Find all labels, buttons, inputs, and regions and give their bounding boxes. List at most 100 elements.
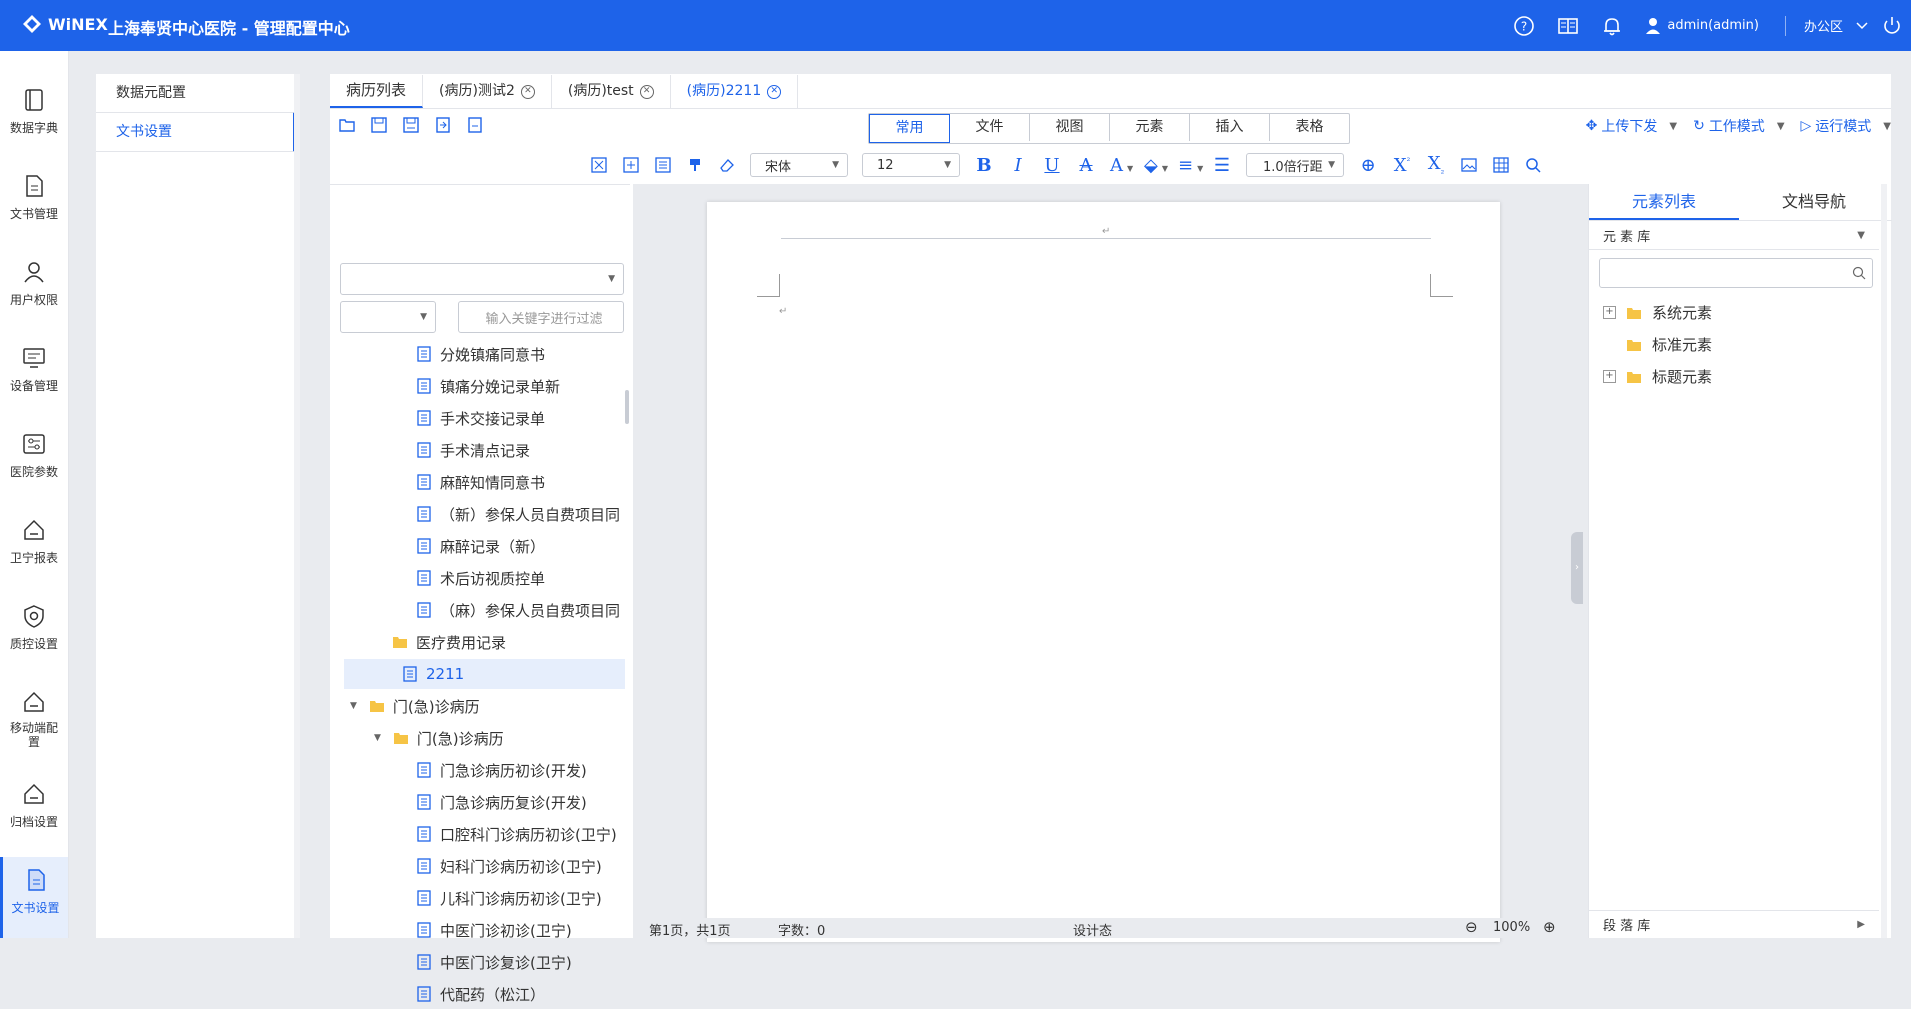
tree-document[interactable]: 术后访视质控单 (330, 563, 625, 593)
font-family-select[interactable]: 宋体 ▼ (750, 153, 848, 177)
ribbon-tab-table[interactable]: 表格 (1270, 114, 1349, 141)
subnav-item-document-settings[interactable]: 文书设置 (96, 112, 296, 152)
run-mode-button[interactable]: ▷ 运行模式 ▼ (1801, 116, 1891, 136)
close-icon[interactable]: ✕ (639, 84, 654, 99)
user-menu[interactable]: admin(admin) (1645, 17, 1759, 35)
tree-document[interactable]: （麻）参保人员自费项目同 (330, 595, 625, 625)
tab-record-test2[interactable]: (病历)测试2 ✕ (423, 75, 552, 108)
type-select[interactable]: ▼ (340, 301, 436, 333)
sidebar-item-document-management[interactable]: 文书管理 (0, 173, 68, 222)
bell-icon[interactable] (1601, 15, 1623, 37)
work-mode-button[interactable]: ↻ 工作模式 ▼ (1693, 116, 1784, 136)
align-button[interactable]: ≡ ▼ (1178, 155, 1203, 176)
tree-folder[interactable]: ▼ 门(急)诊病历 (330, 691, 625, 721)
tab-element-list[interactable]: 元素列表 (1589, 184, 1739, 220)
tree-node-standard-elements[interactable]: 标准元素 (1603, 334, 1712, 355)
import-icon[interactable] (434, 116, 452, 134)
line-spacing-icon[interactable]: ☰ (1212, 155, 1232, 176)
add-box-icon[interactable] (622, 156, 640, 174)
tree-document[interactable]: 分娩镇痛同意书 (330, 339, 625, 369)
expand-icon[interactable]: + (1603, 370, 1616, 383)
subnav-scrollbar[interactable] (294, 74, 300, 938)
table-icon[interactable] (1492, 156, 1510, 174)
eraser-icon[interactable] (718, 156, 736, 174)
tree-document[interactable]: 麻醉记录（新） (330, 531, 625, 561)
zoom-in-icon[interactable]: ⊕ (1543, 918, 1556, 936)
close-icon[interactable]: ✕ (767, 84, 782, 99)
sidebar-item-archive-settings[interactable]: 归档设置 (0, 781, 68, 830)
ribbon-tab-insert[interactable]: 插入 (1190, 114, 1270, 141)
tree-document[interactable]: 中医门诊初诊(卫宁) (330, 915, 625, 945)
ribbon-tab-element[interactable]: 元素 (1110, 114, 1190, 141)
italic-button[interactable]: I (1008, 155, 1028, 176)
sidebar-item-winning-reports[interactable]: 卫宁报表 (0, 517, 68, 566)
sidebar-item-mobile-config[interactable]: 移动端配置 (0, 689, 68, 749)
bold-button[interactable]: B (974, 155, 994, 176)
tab-record-2211[interactable]: (病历)2211 ✕ (671, 75, 799, 108)
tab-document-nav[interactable]: 文档导航 (1739, 184, 1889, 220)
zone-label[interactable]: 办公区 (1804, 16, 1843, 35)
tree-node-system-elements[interactable]: + 系统元素 (1603, 302, 1712, 323)
globe-icon[interactable]: ⊕ (1358, 155, 1378, 176)
tree-node-title-elements[interactable]: + 标题元素 (1603, 366, 1712, 387)
search-icon[interactable] (1524, 156, 1542, 174)
ribbon-tab-file[interactable]: 文件 (950, 114, 1030, 141)
tree-filter-input[interactable]: 输入关键字进行过滤 (458, 301, 624, 333)
superscript-button[interactable]: X² (1392, 155, 1412, 176)
power-icon[interactable] (1881, 15, 1903, 37)
right-panel-scrollbar[interactable] (1881, 184, 1887, 938)
image-frame-icon[interactable] (590, 156, 608, 174)
sidebar-item-hospital-parameters[interactable]: 医院参数 (0, 431, 68, 480)
help-icon[interactable]: ? (1513, 15, 1535, 37)
tree-document[interactable]: 2211 (344, 659, 625, 689)
open-folder-icon[interactable] (338, 116, 356, 134)
export-icon[interactable] (466, 116, 484, 134)
tab-record-list[interactable]: 病历列表 (330, 75, 424, 108)
zoom-out-icon[interactable]: ⊖ (1465, 918, 1478, 936)
tree-document[interactable]: 口腔科门诊病历初诊(卫宁) (330, 819, 625, 849)
paragraph-box-icon[interactable] (654, 156, 672, 174)
sidebar-item-device-management[interactable]: 设备管理 (0, 345, 68, 394)
sidebar-item-data-dictionary[interactable]: 数据字典 (0, 87, 68, 136)
caret-down-icon[interactable]: ▼ (374, 733, 381, 743)
tree-document[interactable]: 代配药（松江） (330, 979, 625, 1009)
tree-document[interactable]: 中医门诊复诊(卫宁) (330, 947, 625, 977)
image-icon[interactable] (1460, 156, 1478, 174)
close-icon[interactable]: ✕ (520, 84, 535, 99)
font-size-select[interactable]: 12 ▼ (862, 153, 960, 177)
upload-distribute-button[interactable]: ✥ 上传下发 ▼ (1586, 116, 1677, 136)
tree-scrollbar[interactable] (625, 390, 629, 424)
tree-document[interactable]: 手术交接记录单 (330, 403, 625, 433)
category-select[interactable]: ▼ (340, 263, 624, 295)
tab-record-test[interactable]: (病历)test ✕ (552, 75, 671, 108)
save-as-icon[interactable] (402, 116, 420, 134)
tree-folder[interactable]: ▼ 门(急)诊病历 (330, 723, 625, 753)
tree-document[interactable]: 麻醉知情同意书 (330, 467, 625, 497)
panel-collapse-handle[interactable]: › (1571, 532, 1583, 604)
document-page[interactable]: ↵ ↵ (707, 202, 1500, 942)
tree-document[interactable]: 儿科门诊病历初诊(卫宁) (330, 883, 625, 913)
ribbon-tab-view[interactable]: 视图 (1030, 114, 1110, 141)
font-color-button[interactable]: A ▼ (1110, 155, 1133, 176)
format-brush-icon[interactable] (686, 156, 704, 174)
expand-icon[interactable]: + (1603, 306, 1616, 319)
tree-document[interactable]: 镇痛分娩记录单新 (330, 371, 625, 401)
line-spacing-select[interactable]: 1.0倍行距 ▼ (1246, 153, 1344, 177)
strikethrough-button[interactable]: A (1076, 155, 1096, 176)
tree-document[interactable]: （新）参保人员自费项目同 (330, 499, 625, 529)
sidebar-item-quality-control[interactable]: 质控设置 (0, 603, 68, 652)
tree-document[interactable]: 妇科门诊病历初诊(卫宁) (330, 851, 625, 881)
book-open-icon[interactable] (1557, 15, 1579, 37)
ribbon-tab-common[interactable]: 常用 (869, 114, 950, 143)
tree-document[interactable]: 门急诊病历初诊(开发) (330, 755, 625, 785)
sidebar-item-document-settings[interactable]: 文书设置 (0, 857, 68, 938)
caret-down-icon[interactable]: ▼ (350, 701, 357, 711)
tree-document[interactable]: 门急诊病历复诊(开发) (330, 787, 625, 817)
paragraph-library-header[interactable]: 段 落 库 ▶ (1589, 910, 1879, 938)
subscript-button[interactable]: X₂ (1426, 153, 1446, 177)
element-library-header[interactable]: 元 素 库 ▼ (1589, 222, 1879, 250)
sidebar-item-user-permissions[interactable]: 用户权限 (0, 259, 68, 308)
chevron-down-icon[interactable] (1855, 19, 1869, 33)
highlight-button[interactable]: ⬙ ▼ (1144, 155, 1168, 176)
subnav-item-data-element-config[interactable]: 数据元配置 (96, 74, 296, 112)
